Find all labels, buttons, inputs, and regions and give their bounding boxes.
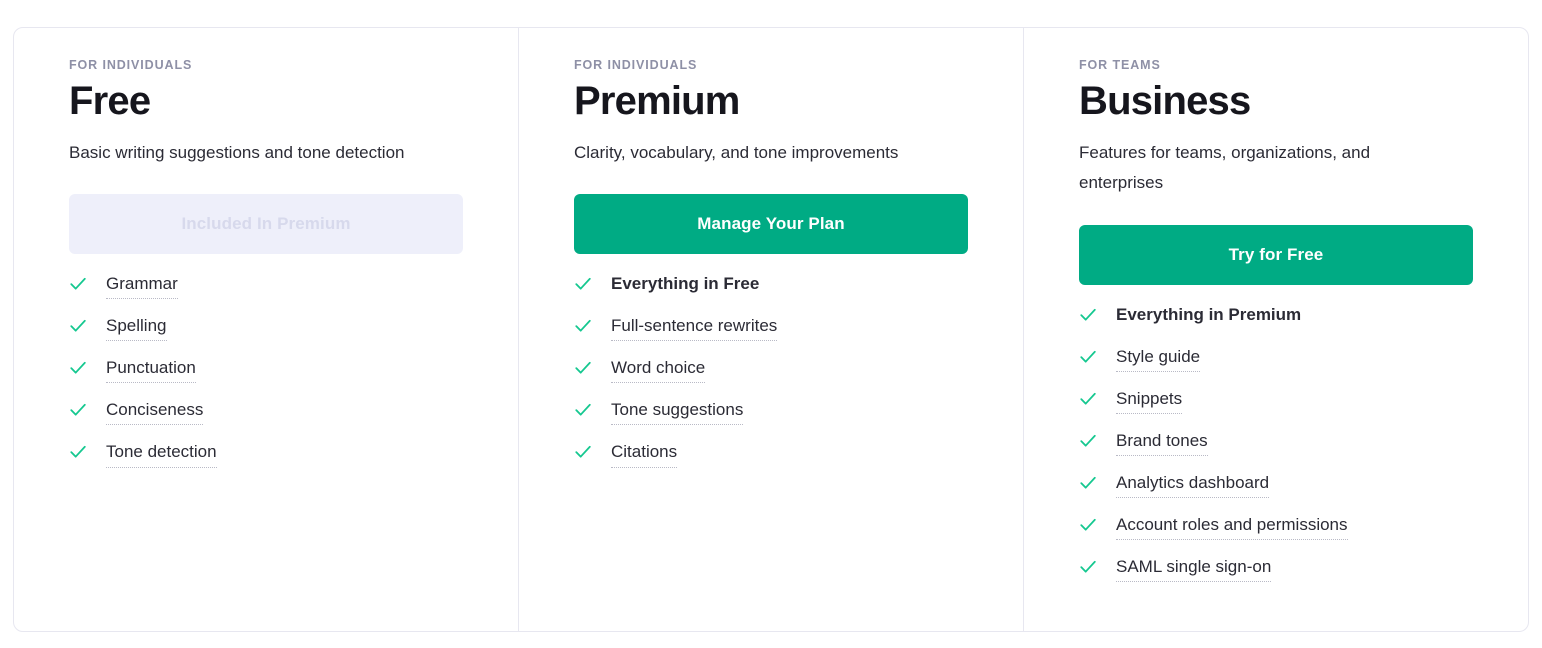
feature-label[interactable]: Punctuation <box>106 358 196 384</box>
feature-item: Grammar <box>69 274 463 300</box>
feature-item: Punctuation <box>69 358 463 384</box>
plan-name: Business <box>1079 79 1251 124</box>
feature-label[interactable]: Grammar <box>106 274 178 300</box>
check-icon <box>1080 392 1096 405</box>
plan-cta-business[interactable]: Try for Free <box>1079 224 1473 285</box>
feature-list: Everything in Free Full-sentence rewrites… <box>574 274 968 468</box>
feature-label[interactable]: Conciseness <box>106 400 204 426</box>
feature-item: Citations <box>574 442 968 468</box>
plan-comparison-card: FOR INDIVIDUALS Free Basic writing suggest… <box>13 27 1529 632</box>
plan-description: Basic writing suggestions and tone detec… <box>69 143 405 163</box>
check-icon <box>575 362 591 374</box>
plan-eyebrow: FOR INDIVIDUALS <box>574 58 698 72</box>
feature-label[interactable]: Word choice <box>611 358 706 384</box>
plan-column-business: FOR TEAMS Business Features for teams, org… <box>1023 28 1528 631</box>
feature-label[interactable]: Citations <box>611 442 678 468</box>
feature-label[interactable]: Brand tones <box>1116 431 1208 456</box>
check-icon <box>1080 434 1096 447</box>
feature-label[interactable]: Snippets <box>1116 389 1183 414</box>
plan-column-premium: FOR INDIVIDUALS Premium Clarity, vocabular… <box>518 28 1023 631</box>
feature-item: Everything in Free <box>574 274 968 299</box>
feature-label: Everything in Premium <box>1116 304 1302 324</box>
feature-item: Everything in Premium <box>1079 305 1473 330</box>
check-icon <box>1080 560 1096 573</box>
check-icon <box>575 404 591 417</box>
plan-name: Free <box>69 79 151 124</box>
feature-label[interactable]: Tone suggestions <box>611 400 744 426</box>
plan-cta-free: Included In Premium <box>69 194 463 255</box>
check-icon <box>1080 350 1096 363</box>
feature-item: Tone detection <box>69 442 463 468</box>
feature-label[interactable]: Full-sentence rewrites <box>611 316 778 342</box>
feature-label[interactable]: SAML single sign-on <box>1116 557 1272 582</box>
check-icon <box>70 404 86 417</box>
check-icon <box>70 320 86 332</box>
plan-column-free: FOR INDIVIDUALS Free Basic writing suggest… <box>14 28 518 631</box>
check-icon <box>1080 518 1096 531</box>
feature-item: Brand tones <box>1079 431 1473 456</box>
feature-item: Snippets <box>1079 389 1473 414</box>
feature-item: Word choice <box>574 358 968 384</box>
plan-cta-premium[interactable]: Manage Your Plan <box>574 194 968 255</box>
feature-label[interactable]: Analytics dashboard <box>1116 473 1270 498</box>
plan-eyebrow: FOR TEAMS <box>1079 58 1161 72</box>
check-icon <box>575 446 591 459</box>
check-icon <box>70 446 86 459</box>
feature-item: SAML single sign-on <box>1079 557 1473 582</box>
feature-list: Grammar Spelling Punctuation Conciseness Ton… <box>69 274 463 468</box>
plan-eyebrow: FOR INDIVIDUALS <box>69 58 193 72</box>
feature-item: Conciseness <box>69 400 463 426</box>
feature-item: Style guide <box>1079 347 1473 372</box>
feature-item: Full-sentence rewrites <box>574 316 968 342</box>
check-icon <box>575 320 591 332</box>
feature-label[interactable]: Tone detection <box>106 442 217 468</box>
check-icon <box>70 278 86 290</box>
check-icon <box>575 278 591 290</box>
feature-item: Account roles and permissions <box>1079 515 1473 540</box>
feature-item: Spelling <box>69 316 463 342</box>
plan-description: Clarity, vocabulary, and tone improvemen… <box>574 143 899 163</box>
feature-label[interactable]: Account roles and permissions <box>1116 515 1348 540</box>
check-icon <box>1080 308 1096 321</box>
feature-label: Everything in Free <box>611 274 760 294</box>
plan-name: Premium <box>574 79 740 124</box>
feature-label[interactable]: Spelling <box>106 316 167 342</box>
feature-list: Everything in Premium Style guide Snippets… <box>1079 305 1473 582</box>
feature-item: Analytics dashboard <box>1079 473 1473 498</box>
feature-item: Tone suggestions <box>574 400 968 426</box>
feature-label[interactable]: Style guide <box>1116 347 1201 372</box>
check-icon <box>1080 476 1096 489</box>
check-icon <box>70 362 86 374</box>
plan-description: Features for teams, organizations, and e… <box>1079 143 1371 193</box>
